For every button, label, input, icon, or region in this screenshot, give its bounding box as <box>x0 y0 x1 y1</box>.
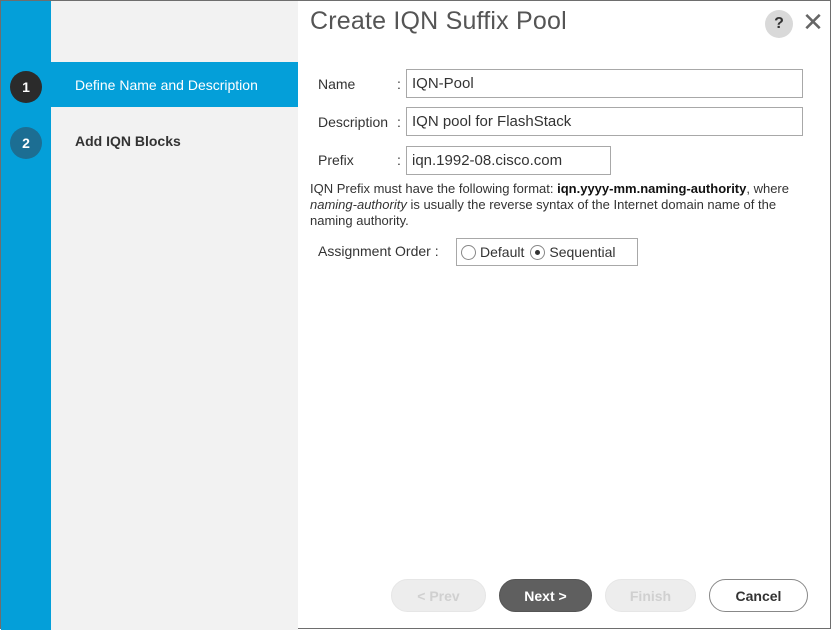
next-button[interactable]: Next > <box>499 579 592 612</box>
wizard-dialog: Define Name and Description 1 Add IQN Bl… <box>0 0 831 630</box>
prefix-input[interactable] <box>406 146 611 175</box>
description-colon: : <box>397 114 401 130</box>
close-icon[interactable]: ✕ <box>801 9 825 35</box>
assignment-order-group: Default Sequential <box>456 238 638 266</box>
step-number-1: 1 <box>10 71 42 103</box>
name-colon: : <box>397 76 401 92</box>
name-input[interactable] <box>406 69 803 98</box>
naming-authority-term: naming-authority <box>310 197 407 212</box>
name-label: Name <box>318 76 356 92</box>
step-number-2: 2 <box>10 127 42 159</box>
prefix-colon: : <box>397 152 401 168</box>
prev-button[interactable]: < Prev <box>391 579 486 612</box>
finish-button[interactable]: Finish <box>605 579 696 612</box>
default-radio[interactable] <box>461 244 476 260</box>
sequential-radio-label[interactable]: Sequential <box>549 244 615 260</box>
step-item-add-iqn-blocks[interactable]: Add IQN Blocks <box>51 127 298 155</box>
step-label: Add IQN Blocks <box>75 133 181 149</box>
cancel-button[interactable]: Cancel <box>709 579 808 612</box>
dialog-title: Create IQN Suffix Pool <box>310 7 567 35</box>
description-label: Description <box>318 114 389 130</box>
assignment-order-label: Assignment Order : <box>318 243 439 259</box>
step-label: Define Name and Description <box>75 76 258 93</box>
step-item-define-name[interactable]: Define Name and Description <box>51 62 298 107</box>
help-icon[interactable]: ? <box>765 10 793 38</box>
sequential-radio[interactable] <box>530 244 546 260</box>
prefix-format-hint: IQN Prefix must have the following forma… <box>310 181 789 228</box>
prefix-label: Prefix <box>318 152 354 168</box>
prefix-format: iqn.yyyy-mm.naming-authority <box>557 181 747 196</box>
default-radio-label[interactable]: Default <box>480 244 524 260</box>
description-input[interactable] <box>406 107 803 136</box>
